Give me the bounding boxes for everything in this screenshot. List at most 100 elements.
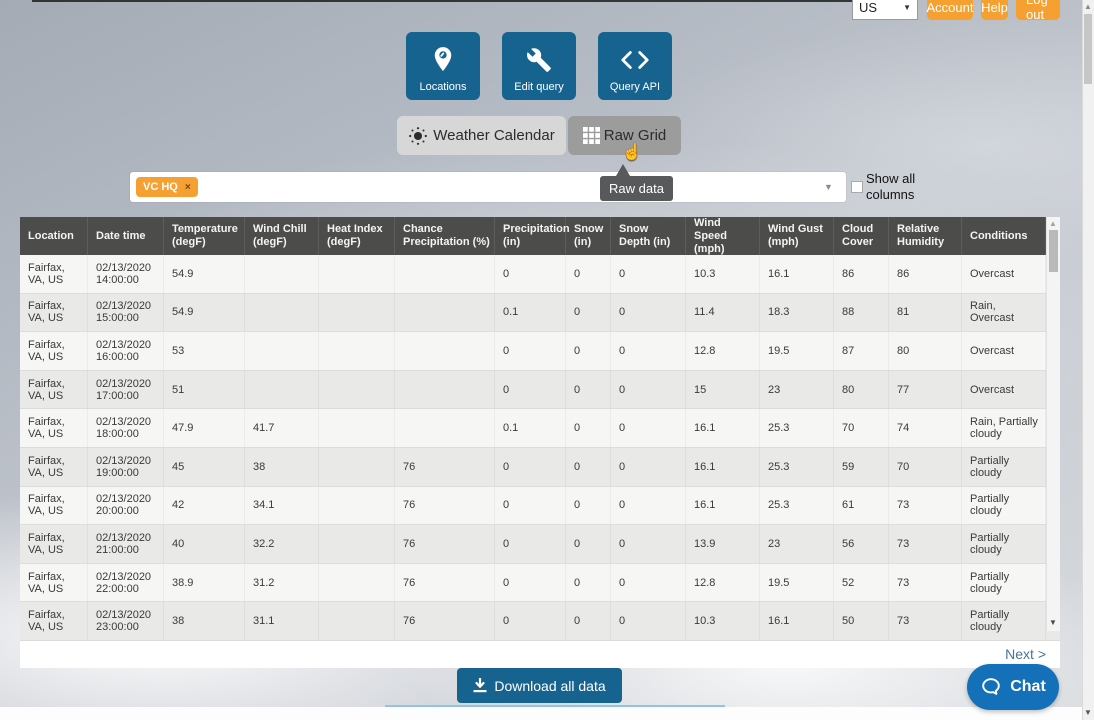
code-icon — [620, 45, 650, 75]
column-header[interactable]: Wind Gust (mph) — [760, 217, 834, 255]
table-cell: 0 — [495, 332, 566, 370]
column-header[interactable]: Snow (in) — [566, 217, 611, 255]
table-row[interactable]: Fairfax, VA, US02/13/2020 16:00:00530001… — [20, 332, 1060, 371]
chat-button[interactable]: Chat — [967, 664, 1059, 710]
download-all-data-button[interactable]: Download all data — [457, 668, 622, 703]
close-icon[interactable]: × — [185, 182, 191, 193]
table-cell: 0 — [566, 564, 611, 602]
table-row[interactable]: Fairfax, VA, US02/13/2020 14:00:0054.900… — [20, 255, 1060, 294]
account-button[interactable]: Account — [927, 0, 973, 20]
raw-data-tooltip-label: Raw data — [609, 181, 664, 196]
page-scroll-up-icon[interactable]: ▲ — [1084, 2, 1092, 11]
table-cell: 86 — [889, 255, 962, 293]
table-row[interactable]: Fairfax, VA, US02/13/2020 18:00:0047.941… — [20, 409, 1060, 448]
table-cell: Fairfax, VA, US — [20, 448, 88, 486]
table-cell: 0 — [611, 564, 686, 602]
page-scrollbar-thumb[interactable] — [1084, 14, 1092, 84]
table-cell: Rain, Partially cloudy — [962, 409, 1046, 447]
page-scroll-down-icon[interactable]: ▼ — [1084, 708, 1092, 717]
table-cell: 16.1 — [686, 448, 760, 486]
show-all-columns-label: Show all columns — [866, 171, 930, 203]
show-all-columns-checkbox[interactable] — [851, 181, 863, 193]
table-cell: 0 — [495, 371, 566, 409]
table-cell: Fairfax, VA, US — [20, 294, 88, 332]
table-cell — [245, 294, 319, 332]
table-cell: 76 — [395, 448, 495, 486]
column-header[interactable]: Temperature (degF) — [164, 217, 245, 255]
table-cell: 0 — [566, 255, 611, 293]
table-cell: 61 — [834, 487, 889, 525]
column-header[interactable]: Conditions — [962, 217, 1046, 255]
query-api-button[interactable]: Query API — [598, 32, 672, 100]
download-all-data-label: Download all data — [494, 678, 605, 694]
map-pin-icon — [432, 45, 454, 75]
tab-weather-calendar-label: Weather Calendar — [433, 127, 554, 144]
scroll-up-icon[interactable]: ▲ — [1049, 219, 1057, 228]
location-chip[interactable]: VC HQ × — [136, 177, 198, 197]
table-row[interactable]: Fairfax, VA, US02/13/2020 15:00:0054.90.… — [20, 294, 1060, 333]
scroll-down-icon[interactable]: ▼ — [1049, 618, 1057, 627]
column-header[interactable]: Cloud Cover — [834, 217, 889, 255]
top-divider-line — [32, 0, 862, 2]
table-cell: 31.2 — [245, 564, 319, 602]
column-header[interactable]: Snow Depth (in) — [611, 217, 686, 255]
table-scrollbar-thumb[interactable] — [1049, 230, 1058, 272]
table-cell: 80 — [889, 332, 962, 370]
table-row[interactable]: Fairfax, VA, US02/13/2020 23:00:003831.1… — [20, 602, 1060, 641]
table-cell: Rain, Overcast — [962, 294, 1046, 332]
table-cell: Fairfax, VA, US — [20, 525, 88, 563]
table-cell: 10.3 — [686, 255, 760, 293]
help-button[interactable]: Help — [981, 0, 1008, 20]
column-header[interactable]: Heat Index (degF) — [319, 217, 395, 255]
table-row[interactable]: Fairfax, VA, US02/13/2020 20:00:004234.1… — [20, 487, 1060, 526]
table-cell: 76 — [395, 525, 495, 563]
table-cell: 31.1 — [245, 602, 319, 640]
locations-button[interactable]: Locations — [406, 32, 480, 100]
column-header[interactable]: Location — [20, 217, 88, 255]
locations-input-bar[interactable] — [130, 172, 846, 202]
edit-query-button[interactable]: Edit query — [502, 32, 576, 100]
column-header[interactable]: Wind Speed (mph) — [686, 217, 760, 255]
table-cell — [319, 371, 395, 409]
locations-dropdown-caret-icon[interactable]: ▼ — [824, 182, 833, 192]
table-cell: 25.3 — [760, 409, 834, 447]
table-cell: 13.9 — [686, 525, 760, 563]
region-select[interactable]: US ▼ — [852, 0, 918, 20]
table-row[interactable]: Fairfax, VA, US02/13/2020 17:00:00510001… — [20, 371, 1060, 410]
raw-data-tooltip: Raw data — [600, 176, 673, 201]
table-cell: 16.1 — [760, 255, 834, 293]
column-header[interactable]: Chance Precipitation (%) — [395, 217, 495, 255]
table-scrollbar[interactable]: ▲ ▼ — [1046, 217, 1060, 631]
table-cell: 12.8 — [686, 332, 760, 370]
table-cell — [245, 332, 319, 370]
table-cell — [245, 371, 319, 409]
table-cell: 25.3 — [760, 448, 834, 486]
table-cell: 47.9 — [164, 409, 245, 447]
table-cell: 86 — [834, 255, 889, 293]
table-cell: 81 — [889, 294, 962, 332]
table-cell: 41.7 — [245, 409, 319, 447]
column-header[interactable]: Relative Humidity — [889, 217, 962, 255]
grid-footer: Next > — [20, 641, 1060, 668]
table-cell: 02/13/2020 14:00:00 — [88, 255, 164, 293]
table-row[interactable]: Fairfax, VA, US02/13/2020 19:00:00453876… — [20, 448, 1060, 487]
table-cell: 0 — [566, 448, 611, 486]
logout-button[interactable]: Log out — [1016, 0, 1060, 20]
table-cell: 16.1 — [686, 409, 760, 447]
table-cell: Partially cloudy — [962, 448, 1046, 486]
table-row[interactable]: Fairfax, VA, US02/13/2020 22:00:0038.931… — [20, 564, 1060, 603]
table-cell: 02/13/2020 19:00:00 — [88, 448, 164, 486]
table-row[interactable]: Fairfax, VA, US02/13/2020 21:00:004032.2… — [20, 525, 1060, 564]
column-header[interactable]: Wind Chill (degF) — [245, 217, 319, 255]
table-cell — [319, 448, 395, 486]
table-cell — [319, 525, 395, 563]
table-cell: 51 — [164, 371, 245, 409]
table-cell: 73 — [889, 602, 962, 640]
column-header[interactable]: Precipitation (in) — [495, 217, 566, 255]
page-scrollbar[interactable]: ▲ ▼ — [1082, 0, 1094, 720]
table-cell — [395, 332, 495, 370]
tab-weather-calendar[interactable]: Weather Calendar — [397, 116, 566, 155]
table-cell: 0 — [611, 294, 686, 332]
column-header[interactable]: Date time — [88, 217, 164, 255]
next-page-link[interactable]: Next > — [1005, 646, 1046, 662]
